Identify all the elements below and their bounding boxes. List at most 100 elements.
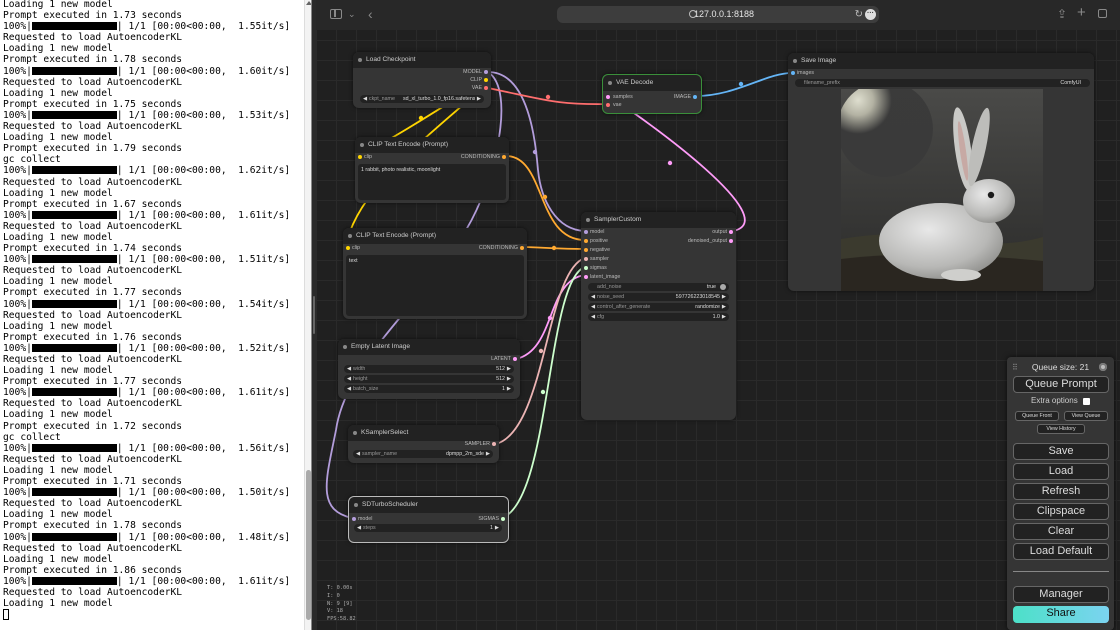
view-history-button[interactable]: View History [1037, 424, 1085, 434]
output-image-preview[interactable] [841, 89, 1043, 291]
toggle-dot-icon[interactable] [720, 284, 726, 290]
node-save-image[interactable]: Save Image images filename_prefix ComfyU… [788, 53, 1094, 291]
gear-icon[interactable] [1099, 363, 1107, 371]
input-dot-model[interactable] [584, 230, 588, 234]
input-dot-clip[interactable] [346, 246, 350, 250]
output-slot-denoised-output[interactable]: denoised_output [688, 238, 727, 245]
node-load-checkpoint[interactable]: Load Checkpoint MODEL CLIP VAE ◀ ckpt_na… [353, 52, 491, 108]
output-dot-image[interactable] [693, 95, 697, 99]
clipspace-button[interactable]: Clipspace [1013, 503, 1109, 520]
input-slot-latent-image[interactable]: latent_image [590, 274, 620, 281]
node-title[interactable]: Save Image [788, 53, 1094, 69]
input-dot-vae[interactable] [606, 103, 610, 107]
arrow-left-icon[interactable]: ◀ [357, 524, 361, 532]
output-slot-clip[interactable]: CLIP [470, 77, 482, 84]
node-title[interactable]: CLIP Text Encode (Prompt) [343, 228, 527, 244]
divider-grip-handle[interactable] [313, 296, 315, 334]
control-after-generate-combo[interactable]: ◀ control_after_generate randomize ▶ [588, 303, 729, 311]
manager-button[interactable]: Manager [1013, 586, 1109, 603]
output-slot-latent[interactable]: LATENT [491, 356, 511, 363]
terminal-window[interactable]: Loading 1 new model Prompt executed in 1.… [0, 0, 312, 630]
prompt-textarea-positive[interactable]: 1 rabbit, photo realistic, moonlight [358, 164, 506, 200]
input-slot-model[interactable]: model [358, 516, 372, 523]
steps-number[interactable]: ◀ steps 1 ▶ [354, 524, 502, 532]
node-vae-decode[interactable]: VAE Decode samples vae IMAGE [602, 74, 702, 114]
node-sd-turbo-scheduler[interactable]: SDTurboScheduler model SIGMAS ◀ steps 1 … [348, 496, 509, 543]
arrow-left-icon[interactable]: ◀ [347, 365, 351, 373]
input-slot-sampler[interactable]: sampler [590, 256, 609, 263]
arrow-left-icon[interactable]: ◀ [347, 385, 351, 393]
new-tab-plus-icon[interactable]: + [1077, 4, 1086, 21]
arrow-right-icon[interactable]: ▶ [507, 375, 511, 383]
noise-seed-number[interactable]: ◀ noise_seed 597726223018545 ▶ [588, 293, 729, 301]
input-slot-vae[interactable]: vae [613, 102, 622, 109]
node-empty-latent-image[interactable]: Empty Latent Image LATENT ◀ width 512 ▶ … [338, 339, 520, 399]
input-dot-clip[interactable] [358, 155, 362, 159]
arrow-right-icon[interactable]: ▶ [722, 313, 726, 321]
arrow-right-icon[interactable]: ▶ [507, 365, 511, 373]
clear-button[interactable]: Clear [1013, 523, 1109, 540]
node-title[interactable]: VAE Decode [603, 75, 701, 91]
load-button[interactable]: Load [1013, 463, 1109, 480]
input-dot-samples[interactable] [606, 95, 610, 99]
refresh-button[interactable]: Refresh [1013, 483, 1109, 500]
output-slot-output[interactable]: output [712, 229, 727, 236]
queue-prompt-button[interactable]: Queue Prompt [1013, 376, 1109, 393]
arrow-right-icon[interactable]: ▶ [722, 303, 726, 311]
node-title[interactable]: KSamplerSelect [348, 425, 499, 441]
output-dot-sampler[interactable] [492, 442, 496, 446]
batch-size-number[interactable]: ◀ batch_size 1 ▶ [344, 385, 514, 393]
input-slot-negative[interactable]: negative [590, 247, 610, 254]
input-slot-clip[interactable]: clip [352, 245, 360, 252]
arrow-left-icon[interactable]: ◀ [591, 293, 595, 301]
node-clip-text-encode-positive[interactable]: CLIP Text Encode (Prompt) clip CONDITION… [355, 137, 509, 203]
terminal-scrollbar[interactable] [304, 0, 311, 630]
terminal-scroll-thumb[interactable] [306, 470, 311, 620]
sampler-name-combo[interactable]: ◀ sampler_name dpmpp_2m_sde ▶ [353, 450, 493, 458]
node-title[interactable]: SDTurboScheduler [349, 497, 508, 513]
input-dot-sigmas[interactable] [584, 266, 588, 270]
extra-options-checkbox[interactable] [1083, 398, 1090, 405]
node-clip-text-encode-negative[interactable]: CLIP Text Encode (Prompt) clip CONDITION… [343, 228, 527, 319]
view-queue-button[interactable]: View Queue [1064, 411, 1108, 421]
input-slot-sigmas[interactable]: sigmas [590, 265, 607, 272]
reload-icon[interactable]: ↻ [855, 6, 863, 23]
output-dot-output[interactable] [729, 230, 733, 234]
input-slot-images[interactable]: images [797, 70, 814, 77]
arrow-left-icon[interactable]: ◀ [591, 303, 595, 311]
node-title[interactable]: CLIP Text Encode (Prompt) [355, 137, 509, 153]
save-button[interactable]: Save [1013, 443, 1109, 460]
node-title[interactable]: Load Checkpoint [353, 52, 491, 68]
arrow-left-icon[interactable]: ◀ [591, 313, 595, 321]
input-dot-images[interactable] [791, 71, 795, 75]
queue-front-button[interactable]: Queue Front [1015, 411, 1059, 421]
output-slot-sigmas[interactable]: SIGMAS [478, 516, 499, 523]
height-number[interactable]: ◀ height 512 ▶ [344, 375, 514, 383]
arrow-left-icon[interactable]: ◀ [363, 95, 367, 103]
more-options-icon[interactable]: ··· [865, 9, 876, 20]
output-dot-latent[interactable] [513, 357, 517, 361]
ckpt-name-combo[interactable]: ◀ ckpt_name sd_xl_turbo_1.0_fp16.safeten… [360, 95, 484, 103]
input-slot-clip[interactable]: clip [364, 154, 372, 161]
output-dot-conditioning[interactable] [502, 155, 506, 159]
arrow-right-icon[interactable]: ▶ [477, 95, 481, 103]
output-slot-vae[interactable]: VAE [472, 85, 482, 92]
input-dot-model[interactable] [352, 517, 356, 521]
output-slot-conditioning[interactable]: CONDITIONING [479, 245, 518, 252]
cfg-number[interactable]: ◀ cfg 1.0 ▶ [588, 313, 729, 321]
output-dot-model[interactable] [484, 70, 488, 74]
arrow-right-icon[interactable]: ▶ [495, 524, 499, 532]
node-sampler-custom[interactable]: SamplerCustom model positive negative sa… [581, 212, 736, 420]
filename-prefix-field[interactable]: filename_prefix ComfyUI [795, 79, 1090, 87]
input-slot-samples[interactable]: samples [613, 94, 633, 101]
node-ksampler-select[interactable]: KSamplerSelect SAMPLER ◀ sampler_name dp… [348, 425, 499, 463]
output-slot-sampler[interactable]: SAMPLER [465, 441, 490, 448]
node-title[interactable]: Empty Latent Image [338, 339, 520, 355]
input-dot-latent-image[interactable] [584, 275, 588, 279]
add-noise-toggle[interactable]: add_noise true [588, 283, 729, 291]
output-slot-conditioning[interactable]: CONDITIONING [461, 154, 500, 161]
prompt-textarea-negative[interactable]: text [346, 255, 524, 316]
arrow-right-icon[interactable]: ▶ [486, 450, 490, 458]
share-button[interactable]: Share [1013, 606, 1109, 623]
output-dot-denoised-output[interactable] [729, 239, 733, 243]
